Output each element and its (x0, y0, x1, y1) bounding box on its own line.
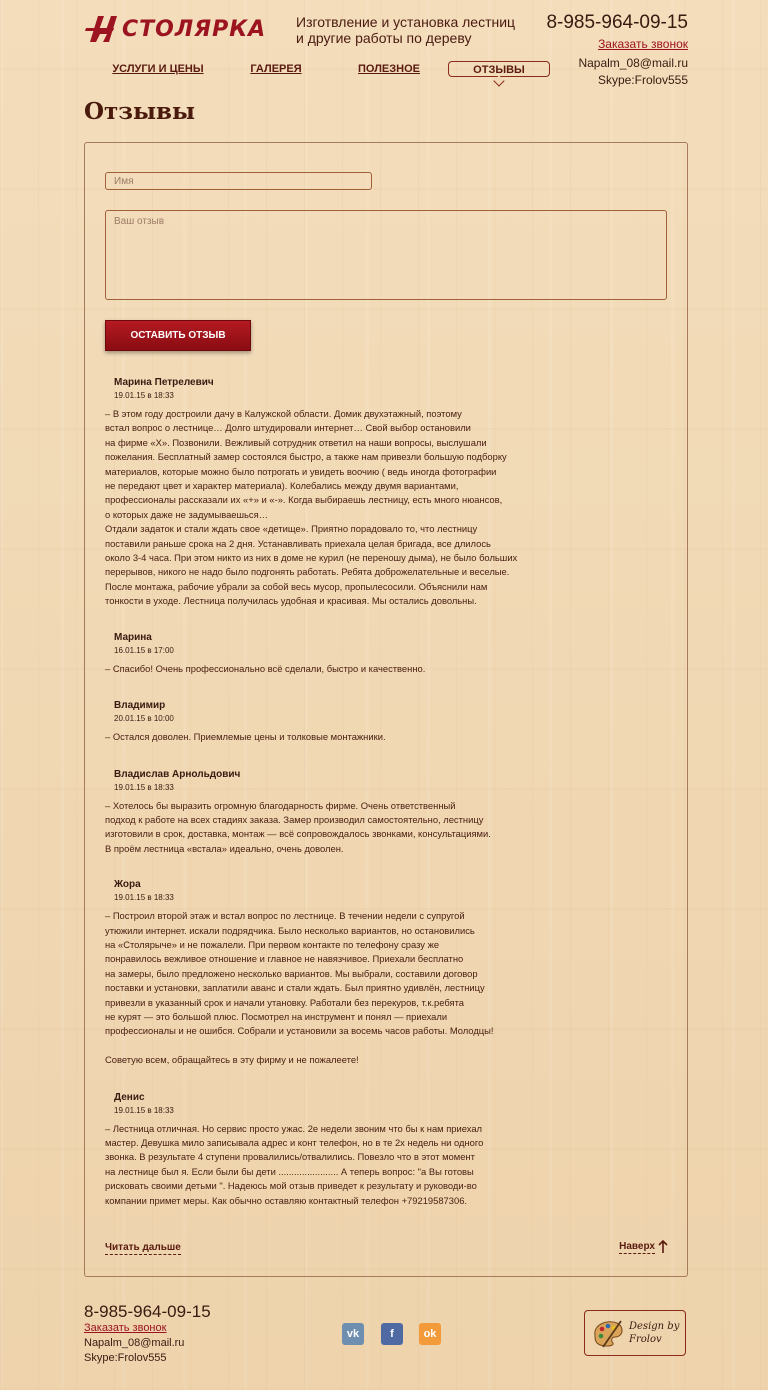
header-phone: 8-985-964-09-15 (546, 12, 688, 33)
tagline-line-1: Изготвление и установка лестниц (296, 14, 516, 30)
nav-active-pointer (493, 75, 505, 87)
odnoklassniki-glyph: ok (423, 1328, 437, 1340)
arrow-up-icon (658, 1240, 668, 1253)
review-date: 20.01.15 в 10:00 (114, 714, 174, 724)
review-item: Марина 16.01.15 в 17:00 – Спасибо! Очень… (105, 631, 545, 676)
review-date: 19.01.15 в 18:33 (114, 782, 174, 792)
reviews-panel: ОСТАВИТЬ ОТЗЫВ Марина Петрелевич 19.01.1… (84, 142, 688, 1277)
review-item: Владислав Арнольдович 19.01.15 в 18:33 –… (105, 768, 545, 857)
footer-phone: 8-985-964-09-15 (84, 1302, 211, 1321)
review-text: – Хотелось бы выразить огромную благодар… (105, 799, 491, 854)
vk-icon[interactable]: vk (342, 1323, 364, 1345)
submit-review-button[interactable]: ОСТАВИТЬ ОТЗЫВ (105, 320, 251, 351)
designer-line-2: Frolov (629, 1334, 662, 1345)
read-more-link[interactable]: Читать дальше (105, 1242, 181, 1255)
review-date: 19.01.15 в 18:33 (114, 1105, 174, 1115)
page-title: Отзывы (84, 98, 196, 125)
nav-item-services[interactable]: УСЛУГИ И ЦЕНЫ (100, 61, 216, 77)
review-author: Жора (114, 879, 141, 891)
review-item: Марина Петрелевич 19.01.15 в 18:33 – В э… (105, 376, 545, 609)
tagline-line-2: и другие работы по дереву (296, 30, 472, 46)
nav-item-reviews-label: ОТЗЫВЫ (473, 64, 525, 76)
header-email: Napalm_08@mail.ru (578, 56, 688, 70)
review-author: Денис (114, 1091, 145, 1103)
review-date: 19.01.15 в 18:33 (114, 391, 174, 400)
review-author: Владимир (114, 700, 166, 712)
designer-text: Design by Frolov (629, 1320, 679, 1346)
name-input[interactable] (105, 172, 372, 190)
header-contacts: 8-985-964-09-15 Заказать звонок Napalm_0… (546, 12, 688, 87)
nav-item-reviews[interactable]: ОТЗЫВЫ (448, 61, 550, 87)
footer-callback-link[interactable]: Заказать звонок (84, 1322, 166, 1334)
reviews-list: Марина Петрелевич 19.01.15 в 18:33 – В э… (105, 376, 545, 1208)
odnoklassniki-icon[interactable]: ok (419, 1323, 441, 1345)
back-to-top-link[interactable]: Наверх (619, 1240, 668, 1254)
review-text: – Лестница отличная. Но сервис просто уж… (105, 1122, 484, 1206)
review-item: Денис 19.01.15 в 18:33 – Лестница отличн… (105, 1091, 545, 1208)
designer-credit[interactable]: Design by Frolov (584, 1310, 686, 1356)
nav-item-useful[interactable]: ПОЛЕЗНОЕ (341, 61, 437, 77)
facebook-glyph: f (390, 1328, 394, 1340)
vk-glyph: vk (346, 1328, 360, 1340)
logo[interactable]: СТОЛЯРКА (84, 14, 266, 44)
site-header: СТОЛЯРКА Изготвление и установка лестниц… (0, 0, 768, 100)
review-date: 16.01.15 в 17:00 (114, 645, 174, 655)
review-item: Владимир 20.01.15 в 10:00 – Остался дово… (105, 699, 545, 744)
review-author: Марина Петрелевич (114, 377, 214, 388)
designer-line-1: Design by (629, 1321, 680, 1332)
logo-text: СТОЛЯРКА (122, 16, 267, 42)
footer-skype: Skype:Frolov555 (84, 1352, 167, 1364)
review-author: Марина (114, 631, 152, 643)
review-text: – Построил второй этаж и встал вопрос по… (105, 910, 494, 1066)
review-text: – Спасибо! Очень профессионально всё сде… (105, 662, 426, 674)
facebook-icon[interactable]: f (381, 1323, 403, 1345)
footer-email: Napalm_08@mail.ru (84, 1337, 185, 1349)
header-skype: Skype:Frolov555 (597, 73, 688, 87)
review-textarea[interactable] (105, 210, 667, 300)
main-nav: УСЛУГИ И ЦЕНЫ ГАЛЕРЕЯ ПОЛЕЗНОЕ ОТЗЫВЫ (100, 61, 560, 87)
review-text: – Остался доволен. Приемлемые цены и тол… (105, 731, 386, 743)
tagline: Изготвление и установка лестниц и другие… (296, 14, 515, 46)
review-text: – В этом году достроили дачу в Калужской… (105, 408, 518, 607)
palette-icon (594, 1320, 623, 1348)
review-author: Владислав Арнольдович (114, 768, 241, 780)
logo-icon (85, 16, 117, 42)
nav-item-gallery[interactable]: ГАЛЕРЕЯ (236, 61, 316, 77)
back-to-top-label: Наверх (619, 1240, 655, 1254)
review-date: 19.01.15 в 18:33 (114, 893, 174, 903)
review-item: Жора 19.01.15 в 18:33 – Построил второй … (105, 878, 545, 1067)
callback-link[interactable]: Заказать звонок (598, 37, 688, 51)
